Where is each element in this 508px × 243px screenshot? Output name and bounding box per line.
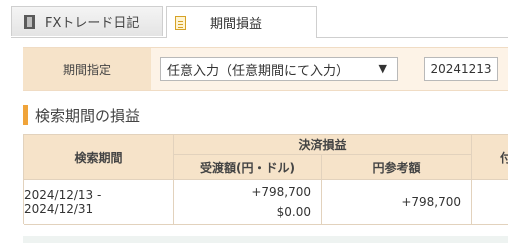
row-delivery-amount: +798,700 $0.00 <box>174 180 322 225</box>
tab-label: FXトレード日記 <box>45 16 140 31</box>
document-icon <box>175 15 186 30</box>
tab-fx-trade-diary[interactable]: FXトレード日記 <box>11 6 163 36</box>
header-extra-column: 付 <box>472 135 508 180</box>
period-filter-label: 期間指定 <box>23 48 151 90</box>
tab-bar: FXトレード日記 期間損益 <box>0 0 508 38</box>
header-delivery-amount: 受渡額(円・ドル) <box>174 155 322 180</box>
next-section-strip <box>23 236 508 243</box>
start-date-input[interactable]: 20241213 <box>424 57 498 81</box>
header-search-period: 検索期間 <box>24 135 174 180</box>
section-title: 検索期間の損益 <box>35 106 141 125</box>
delivery-usd-value: $0.00 <box>276 205 311 219</box>
row-yen-reference: +798,700 <box>322 180 472 225</box>
tab-label: 期間損益 <box>210 17 263 32</box>
row-period: 2024/12/13 - 2024/12/31 <box>24 180 174 225</box>
period-type-selected: 任意入力（任意期間にて入力） <box>167 63 350 79</box>
section-heading: 検索期間の損益 <box>23 104 140 126</box>
delivery-yen-value: +798,700 <box>251 185 311 199</box>
row-extra-cell <box>472 180 508 225</box>
book-icon <box>24 14 35 29</box>
results-table: 検索期間 決済損益 受渡額(円・ドル) 円参考額 付 2024/12/13 - … <box>23 134 508 225</box>
header-settlement-pnl: 決済損益 <box>174 135 472 155</box>
tab-period-pnl[interactable]: 期間損益 <box>166 6 317 38</box>
heading-accent-bar <box>23 105 28 125</box>
dropdown-arrow-icon: ▼ <box>378 62 387 75</box>
period-type-select[interactable]: 任意入力（任意期間にて入力） ▼ <box>160 57 398 81</box>
header-yen-reference: 円参考額 <box>322 155 472 180</box>
period-filter-row: 期間指定 任意入力（任意期間にて入力） ▼ 20241213 <box>23 47 508 91</box>
